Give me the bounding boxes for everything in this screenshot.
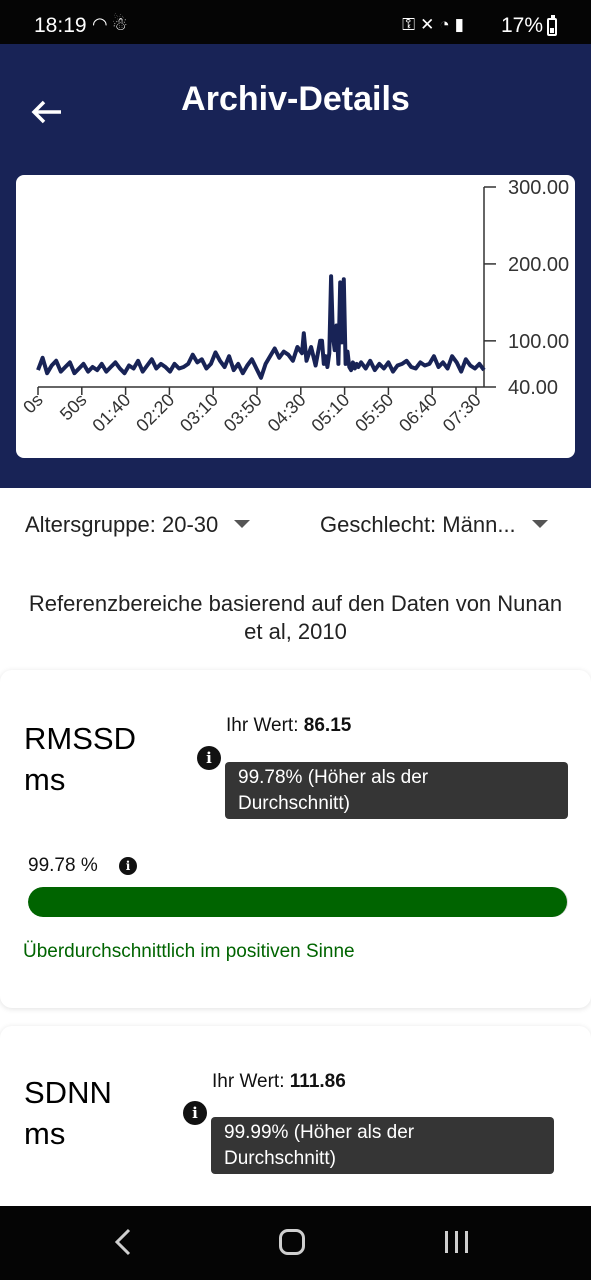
status-time: 18:19 (34, 14, 87, 37)
mute-icon: ✕ (420, 15, 440, 34)
y-tick-label: 200.00 (508, 254, 569, 276)
metric-card-sdnn: SDNN ms Ihr Wert: 111.86 i 99.99% (Höher… (0, 1026, 591, 1226)
status-bar: 18:19 ◠☃ ⚿✕◔▮ 17% (0, 0, 591, 44)
x-tick-label: 01:40 (88, 390, 134, 436)
battery-percent: 17% (500, 14, 543, 37)
gender-label: Geschlecht: (320, 512, 437, 537)
tooltip-line-1: 99.78% (Höher als der (238, 767, 429, 788)
x-tick-label: 05:50 (351, 390, 397, 436)
signal-icon: ▮ (454, 15, 469, 34)
snowman-icon: ☃ (111, 14, 132, 34)
percentile-progress-bar (28, 887, 568, 917)
metric-name: RMSSD ms (24, 718, 154, 800)
y-tick-label: 40.00 (508, 377, 558, 399)
x-tick-label: 03:50 (220, 390, 266, 436)
chevron-down-icon (234, 520, 251, 529)
gender-select[interactable]: Geschlecht: Männ... (320, 512, 548, 538)
your-value-label: Ihr Wert: (226, 715, 299, 736)
your-value-number: 86.15 (303, 715, 352, 736)
wifi-icon: ◔ (439, 15, 455, 34)
key-icon: ⚿ (402, 15, 421, 34)
hotspot-icon: ◠ (92, 14, 112, 34)
x-tick-label: 04:30 (264, 390, 310, 436)
your-value: Ihr Wert: 111.86 (212, 1071, 346, 1093)
reference-note: Referenzbereiche basierend auf den Daten… (0, 590, 591, 646)
nav-home-button[interactable] (279, 1229, 305, 1255)
filter-row: Altersgruppe: 20-30 Geschlecht: Männ... (0, 500, 591, 550)
info-icon[interactable]: i (197, 746, 221, 770)
y-tick-label: 100.00 (508, 331, 569, 353)
gender-value: Männ... (442, 512, 516, 537)
chart-band: 300.00 200.00 100.00 40.00 0s 50s 01:40 02:20 03… (0, 166, 591, 488)
hrv-line-chart: 300.00200.00100.0040.000s 50s01:4002:2003… (19, 177, 569, 436)
metric-unit: ms (24, 1116, 66, 1151)
x-tick-label: 03:10 (176, 390, 222, 436)
age-group-select[interactable]: Altersgruppe: 20-30 (25, 512, 251, 538)
y-tick-label: 300.00 (508, 177, 569, 199)
percentile-tooltip: 99.99% (Höher als der Durchschnitt) (211, 1117, 554, 1174)
x-tick-label: 07:30 (439, 390, 485, 436)
rating-text: Überdurchschnittlich im positiven Sinne (23, 941, 355, 962)
nav-back-icon (114, 1228, 131, 1256)
metric-unit: ms (24, 762, 66, 797)
x-tick-label: 50s (56, 390, 91, 425)
info-icon[interactable]: i (119, 857, 137, 875)
metric-name-line: RMSSD (24, 721, 136, 756)
tooltip-line-2: Durchschnitt) (238, 793, 350, 814)
tooltip-line-1: 99.99% (Höher als der (224, 1122, 415, 1143)
notification-icons: ◠☃ (92, 14, 132, 35)
system-icons: ⚿✕◔▮ (402, 15, 469, 35)
page-title: Archiv-Details (181, 80, 410, 118)
tooltip-line-2: Durchschnitt) (224, 1148, 336, 1169)
nav-recent-apps-button[interactable] (442, 1228, 472, 1256)
battery-icon (547, 15, 557, 36)
metric-name: SDNN ms (24, 1072, 154, 1154)
your-value-number: 111.86 (289, 1071, 346, 1092)
metric-card-rmssd: RMSSD ms Ihr Wert: 86.15 i 99.78% (Höher… (0, 670, 591, 1008)
chevron-down-icon (531, 520, 548, 529)
chart-card: 300.00 200.00 100.00 40.00 0s 50s 01:40 02:20 03… (16, 175, 575, 458)
percentile-tooltip: 99.78% (Höher als der Durchschnitt) (225, 762, 568, 819)
your-value: Ihr Wert: 86.15 (226, 715, 351, 737)
x-tick-label: 05:10 (307, 390, 353, 436)
x-tick-label: 02:20 (132, 390, 178, 436)
info-icon[interactable]: i (183, 1101, 207, 1125)
your-value-label: Ihr Wert: (212, 1071, 285, 1092)
x-tick-label: 06:40 (395, 390, 441, 436)
metric-name-line: SDNN (24, 1075, 112, 1110)
reference-line-1: Referenzbereiche basierend auf den Daten… (28, 591, 563, 616)
system-nav-bar (0, 1206, 591, 1280)
reference-line-2: et al, 2010 (244, 619, 347, 644)
age-group-label: Altersgruppe: (25, 512, 156, 537)
app-header: Archiv-Details (0, 44, 591, 166)
progress-fill (28, 887, 567, 917)
x-tick-label: 0s (19, 390, 47, 418)
nav-back-button[interactable] (110, 1224, 134, 1265)
age-group-value: 20-30 (161, 512, 219, 537)
percentile-label: 99.78 % (28, 855, 98, 876)
series-line-rr-interval (36, 274, 486, 380)
